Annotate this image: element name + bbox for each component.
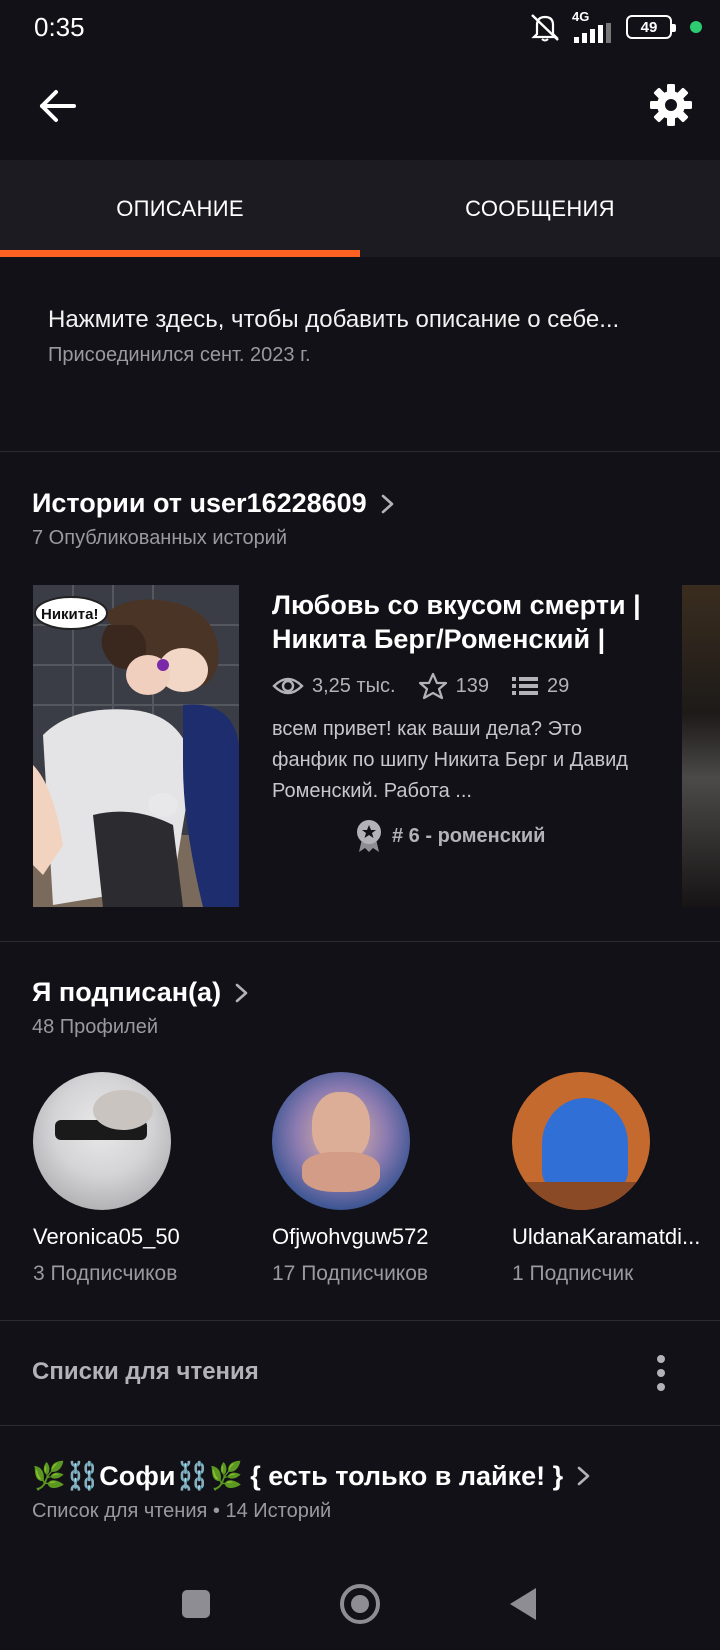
chevron-right-icon: [381, 494, 393, 513]
avatar[interactable]: [33, 1072, 171, 1210]
profile-username[interactable]: Veronica05_50: [33, 1224, 223, 1250]
profile-followers: 1 Подписчик: [512, 1262, 634, 1285]
status-icons: 4G 49: [528, 10, 702, 44]
privacy-dot-icon: [690, 21, 702, 33]
reading-lists-header: Списки для чтения: [32, 1358, 259, 1385]
system-nav-bar: [0, 1560, 720, 1650]
eye-icon: [272, 677, 304, 695]
more-options-icon[interactable]: [656, 1355, 666, 1391]
following-section-title[interactable]: Я подписан(а): [32, 977, 251, 1008]
profile-tabs: ОПИСАНИЕ СООБЩЕНИЯ: [0, 160, 720, 257]
description-prompt[interactable]: Нажмите здесь, чтобы добавить описание о…: [48, 306, 680, 334]
story-cover[interactable]: Никита!: [33, 585, 239, 907]
following-profile-card[interactable]: UldanaKaramatdi... 1 Подписчик: [512, 1072, 712, 1286]
profile-username[interactable]: UldanaKaramatdi...: [512, 1224, 702, 1250]
profile-username[interactable]: Ofjwohvguw572: [272, 1224, 462, 1250]
kebab-dot: [657, 1369, 665, 1377]
votes-count: 139: [455, 674, 489, 697]
cover-speech-bubble-text: Никита!: [41, 606, 98, 623]
reads-stat: 3,25 тыс.: [272, 675, 396, 698]
arrow-left-icon[interactable]: [36, 84, 80, 128]
stories-section-title[interactable]: Истории от user16228609: [32, 488, 397, 519]
network-label: 4G: [572, 9, 590, 24]
gear-icon[interactable]: [648, 82, 694, 128]
avatar[interactable]: [512, 1072, 650, 1210]
stories-title-text: Истории от user16228609: [32, 488, 367, 518]
following-count: 48 Профилей: [32, 1016, 159, 1038]
profile-description[interactable]: Нажмите здесь, чтобы добавить описание о…: [48, 306, 680, 367]
divider: [0, 451, 720, 452]
stories-count: 7 Опубликованных историй: [32, 527, 288, 549]
ranking-badge-icon: [357, 820, 381, 852]
divider: [0, 1425, 720, 1426]
star-icon: [418, 672, 447, 700]
divider: [0, 941, 720, 942]
story-description: всем привет! как ваши дела? Это фанфик п…: [272, 718, 628, 802]
profile-followers: 17 Подписчиков: [272, 1262, 429, 1285]
mute-icon: [531, 14, 559, 42]
story-title[interactable]: Любовь со вкусом смерти | Никита Берг/Ро…: [272, 588, 642, 656]
following-profile-card[interactable]: Ofjwohvguw572 17 Подписчиков: [272, 1072, 472, 1286]
home-circle-icon[interactable]: [340, 1584, 380, 1624]
story-cover-art: Никита!: [33, 585, 239, 907]
status-time: 0:35: [34, 12, 85, 42]
reading-list-title[interactable]: 🌿⛓️Софи⛓️🌿 { есть только в лайке! }: [32, 1460, 593, 1492]
kebab-dot: [657, 1355, 665, 1363]
app-bar: [0, 54, 720, 160]
parts-stat: 29: [511, 675, 569, 698]
following-title-text: Я подписан(а): [32, 977, 222, 1007]
back-triangle-icon[interactable]: [510, 1588, 536, 1620]
signal-icon: 4G: [572, 9, 616, 43]
profile-followers: 3 Подписчиков: [33, 1262, 178, 1285]
reads-count: 3,25 тыс.: [312, 674, 396, 697]
avatar[interactable]: [272, 1072, 410, 1210]
recents-square-icon[interactable]: [182, 1590, 210, 1618]
list-icon: [511, 677, 538, 695]
status-bar: 0:35 4G 49: [0, 0, 720, 54]
next-story-cover[interactable]: [682, 585, 720, 907]
tab-description[interactable]: ОПИСАНИЕ: [0, 160, 360, 257]
story-stats: 3,25 тыс. 139 29: [272, 672, 642, 700]
parts-count: 29: [546, 674, 570, 697]
tab-messages[interactable]: СООБЩЕНИЯ: [360, 160, 720, 257]
kebab-dot: [657, 1383, 665, 1391]
story-rank-tag[interactable]: # 6 - роменский: [354, 819, 642, 853]
rank-tag-text: # 6 - роменский: [392, 824, 546, 847]
divider: [0, 1320, 720, 1321]
joined-date: Присоединился сент. 2023 г.: [48, 344, 311, 366]
votes-stat: 139: [418, 672, 489, 700]
reading-list-name: 🌿⛓️Софи⛓️🌿 { есть только в лайке! }: [32, 1461, 564, 1491]
chevron-right-icon: [577, 1466, 590, 1486]
story-info[interactable]: Любовь со вкусом смерти | Никита Берг/Ро…: [272, 588, 642, 853]
following-profile-card[interactable]: Veronica05_50 3 Подписчиков: [33, 1072, 233, 1286]
battery-icon: 49: [626, 15, 676, 39]
reading-list-meta: Список для чтения • 14 Историй: [32, 1500, 332, 1522]
chevron-right-icon: [235, 983, 248, 1002]
